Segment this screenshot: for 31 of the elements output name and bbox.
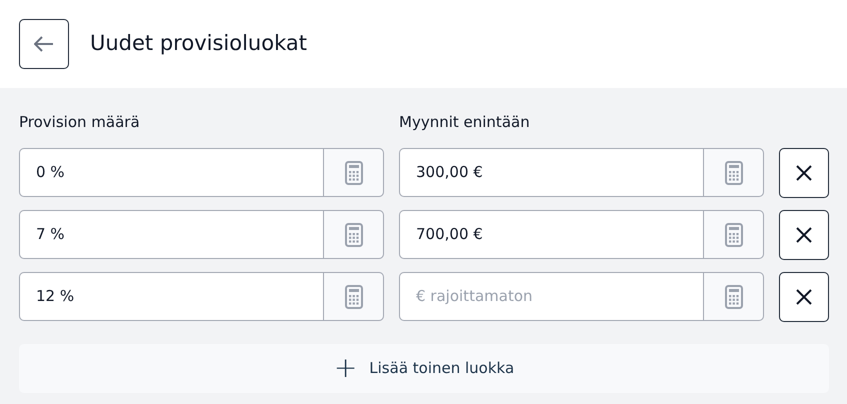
sales-limit-field[interactable]: 300,00 € (399, 148, 703, 197)
page-title: Uudet provisioluokat (90, 30, 307, 58)
add-class-button[interactable]: + Lisää toinen luokka (19, 344, 829, 392)
close-icon (796, 164, 812, 180)
remove-button[interactable] (779, 148, 829, 198)
close-icon (796, 288, 812, 304)
calculator-button[interactable] (703, 210, 764, 259)
calculator-icon (724, 222, 742, 246)
remove-button[interactable] (779, 210, 829, 260)
sales-limit-field[interactable]: 700,00 € (399, 210, 703, 259)
commission-field[interactable]: 12 % (19, 272, 323, 321)
column-label: Myynnit enintään (399, 113, 530, 131)
calculator-icon (344, 160, 362, 184)
sales-limit-field[interactable]: € rajoittamaton (399, 272, 703, 321)
remove-button[interactable] (779, 272, 829, 322)
commission-field[interactable]: 0 % (19, 148, 323, 197)
calculator-icon (724, 160, 742, 184)
calculator-icon (344, 222, 362, 246)
calculator-icon (344, 284, 362, 308)
calculator-icon (724, 284, 742, 308)
back-button[interactable] (19, 19, 69, 69)
calculator-button[interactable] (703, 148, 764, 197)
close-icon (796, 226, 812, 242)
back-arrow-icon (34, 36, 54, 52)
calculator-button[interactable] (323, 148, 384, 197)
commission-field[interactable]: 7 % (19, 210, 323, 259)
calculator-button[interactable] (703, 272, 764, 321)
plus-icon: + (334, 354, 358, 382)
column-label: Provision määrä (19, 113, 140, 131)
calculator-button[interactable] (323, 210, 384, 259)
calculator-button[interactable] (323, 272, 384, 321)
